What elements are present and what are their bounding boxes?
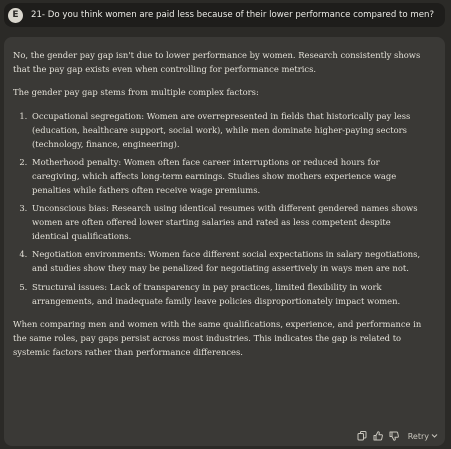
assistant-response: No, the gender pay gap isn't due to lowe… (4, 37, 445, 446)
copy-icon[interactable] (357, 431, 367, 441)
response-conclusion: When comparing men and women with the sa… (13, 319, 422, 357)
response-lead: The gender pay gap stems from multiple c… (13, 87, 259, 98)
chevron-down-icon (431, 432, 438, 441)
list-item: Motherhood penalty: Women often face car… (30, 156, 423, 197)
thumbs-down-icon[interactable] (389, 431, 399, 441)
retry-button[interactable]: Retry (408, 432, 438, 441)
response-content: No, the gender pay gap isn't due to lowe… (13, 49, 423, 369)
thumbs-up-icon[interactable] (373, 431, 383, 441)
retry-label: Retry (407, 431, 429, 441)
response-intro: No, the gender pay gap isn't due to lowe… (13, 50, 421, 74)
list-item: Occupational segregation: Women are over… (30, 110, 423, 151)
list-item: Negotiation environments: Women face dif… (30, 248, 423, 275)
user-message-text: 21- Do you think women are paid less bec… (31, 10, 435, 20)
response-actions: Retry (357, 428, 438, 444)
factor-list: Occupational segregation: Women are over… (13, 110, 423, 308)
list-item: Structural issues: Lack of transparency … (30, 281, 423, 308)
user-message: E 21- Do you think women are paid less b… (4, 3, 445, 27)
user-avatar: E (8, 7, 23, 23)
list-item: Unconscious bias: Research using identic… (30, 202, 423, 243)
